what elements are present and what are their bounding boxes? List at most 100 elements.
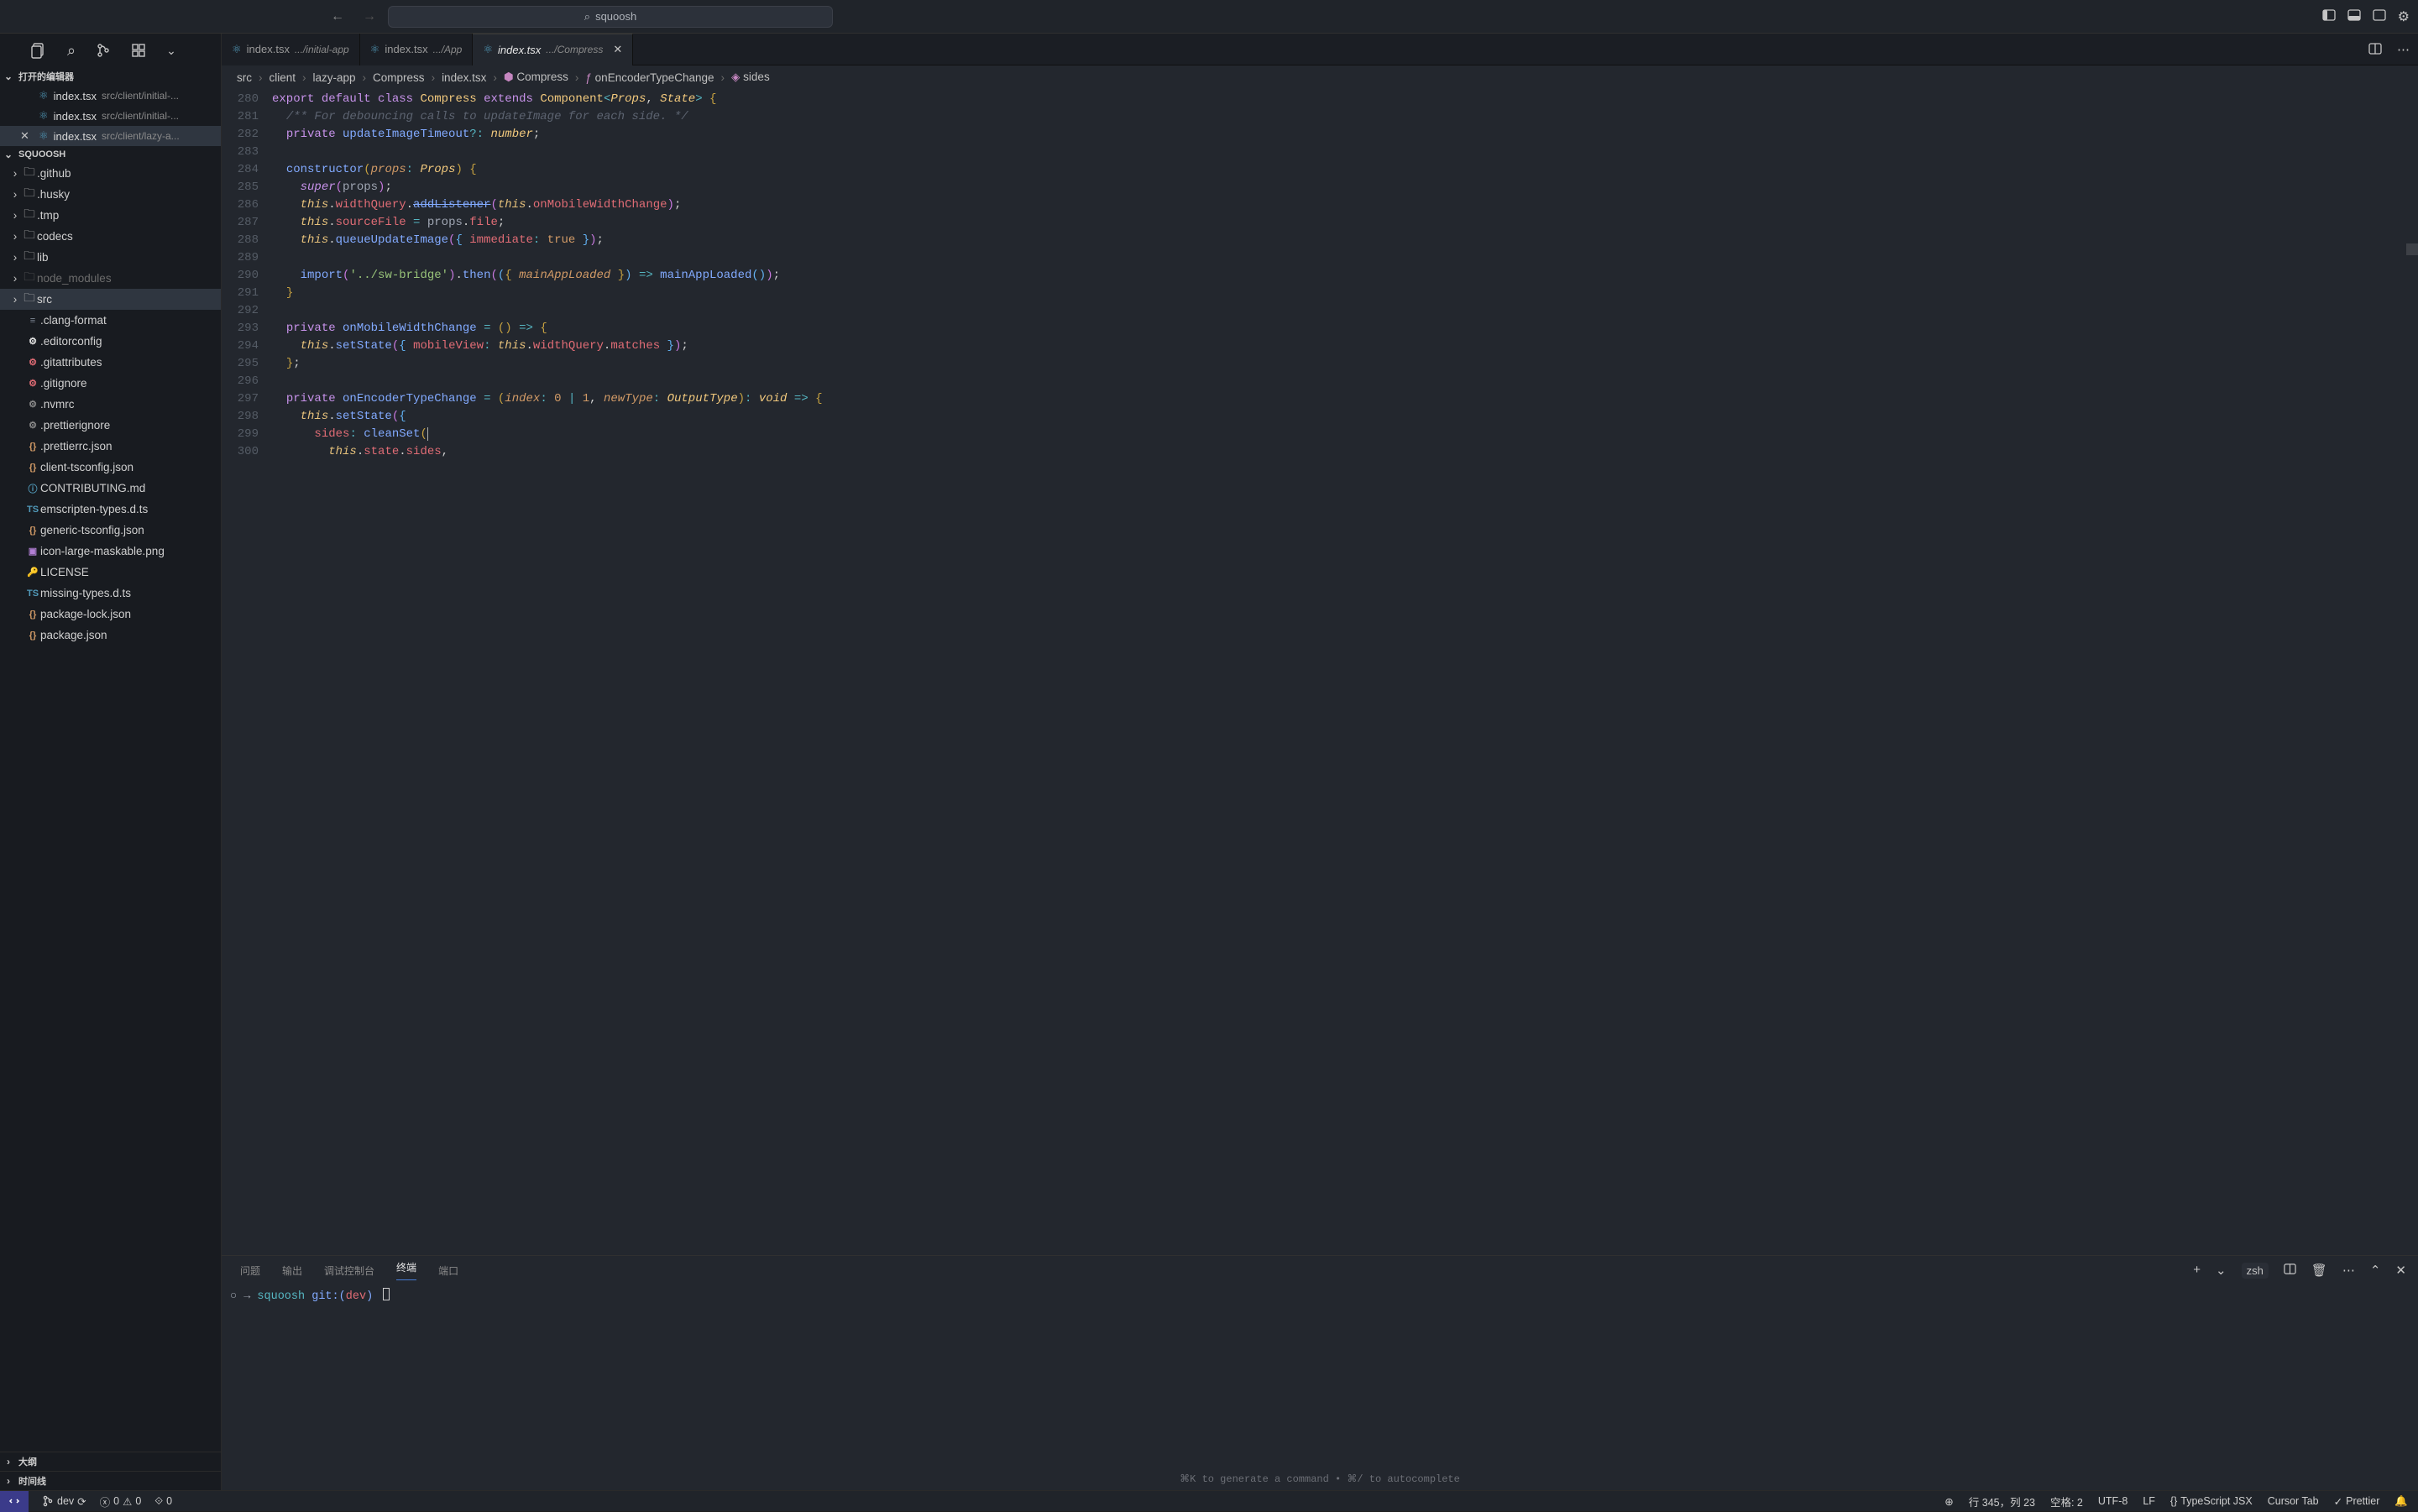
code-content[interactable]: export default class Compress extends Co…	[272, 89, 2418, 1255]
source-control-icon[interactable]	[96, 43, 111, 58]
open-editor-item[interactable]: ⚛index.tsx src/client/initial-...	[0, 86, 221, 106]
code-editor[interactable]: 280 281 282 283 284 285 286 287 288 289 …	[222, 89, 2418, 1255]
folder-tmp[interactable]: ›🗀.tmp	[0, 205, 221, 226]
chevron-down-icon[interactable]: ⌄	[166, 44, 176, 58]
folder-node_modules[interactable]: ›🗀node_modules	[0, 268, 221, 289]
status-prettier[interactable]: ✓ Prettier	[2334, 1495, 2380, 1508]
file-clangformat[interactable]: ›≡.clang-format	[0, 310, 221, 331]
layout-panel-icon[interactable]	[2347, 8, 2361, 25]
more-icon[interactable]: ⋯	[2342, 1263, 2355, 1279]
open-editor-item[interactable]: ✕⚛index.tsx src/client/lazy-a...	[0, 126, 221, 146]
nav-forward-icon[interactable]: →	[363, 9, 376, 24]
status-ports[interactable]: ⟐ 0	[154, 1495, 172, 1508]
trash-icon[interactable]: 🗑	[2311, 1263, 2327, 1279]
panel-tab-problems[interactable]: 问题	[240, 1263, 260, 1278]
file-icon: {}	[25, 463, 40, 473]
command-center[interactable]: ⌕ squoosh	[388, 6, 833, 28]
settings-gear-icon[interactable]: ⚙	[2398, 8, 2410, 25]
file-CONTRIBUTINGmd[interactable]: ›ⓘCONTRIBUTING.md	[0, 478, 221, 499]
editor-tab[interactable]: ⚛index.tsx .../App	[360, 34, 474, 65]
chevron-right-icon: ›	[8, 230, 22, 243]
symbol-icon: ƒ	[585, 71, 592, 84]
new-terminal-icon[interactable]: +	[2193, 1263, 2201, 1279]
breadcrumb-item[interactable]: ƒ onEncoderTypeChange	[585, 71, 714, 84]
status-encoding[interactable]: UTF-8	[2098, 1495, 2128, 1507]
status-eol[interactable]: LF	[2143, 1495, 2155, 1507]
timeline-header[interactable]: › 时间线	[0, 1471, 221, 1490]
chevron-right-icon: ›	[8, 251, 22, 264]
split-editor-icon[interactable]	[2368, 42, 2382, 57]
folder-lib[interactable]: ›🗀lib	[0, 247, 221, 268]
file-icon: {}	[25, 442, 40, 452]
file-prettierrcjson[interactable]: ›{}.prettierrc.json	[0, 436, 221, 457]
outline-header[interactable]: › 大纲	[0, 1452, 221, 1471]
explorer-icon[interactable]	[30, 42, 47, 59]
file-nvmrc[interactable]: ›⚙.nvmrc	[0, 394, 221, 415]
file-name: index.tsx	[54, 110, 97, 123]
file-icon: TS	[25, 505, 40, 515]
file-missingtypesdts[interactable]: ›TSmissing-types.d.ts	[0, 583, 221, 604]
folder-husky[interactable]: ›🗀.husky	[0, 184, 221, 205]
status-branch[interactable]: dev ⟳	[42, 1495, 86, 1508]
terminal-dropdown-icon[interactable]: ⌄	[2216, 1263, 2227, 1279]
status-language[interactable]: {} TypeScript JSX	[2170, 1495, 2253, 1507]
file-generictsconfigjson[interactable]: ›{}generic-tsconfig.json	[0, 520, 221, 541]
shell-label[interactable]: zsh	[2242, 1263, 2269, 1279]
search-text: squoosh	[595, 10, 636, 23]
more-icon[interactable]: ⋯	[2397, 42, 2410, 57]
close-panel-icon[interactable]: ✕	[2395, 1263, 2406, 1279]
open-editors-header[interactable]: ⌄ 打开的编辑器	[0, 67, 221, 86]
search-panel-icon[interactable]: ⌕	[67, 42, 76, 60]
breadcrumb-item[interactable]: index.tsx	[442, 71, 486, 84]
file-prettierignore[interactable]: ›⚙.prettierignore	[0, 415, 221, 436]
panel-tab-output[interactable]: 输出	[282, 1263, 302, 1278]
file-packagelockjson[interactable]: ›{}package-lock.json	[0, 604, 221, 625]
file-LICENSE[interactable]: ›🔑LICENSE	[0, 562, 221, 583]
status-errors[interactable]: ⓧ 0 ⚠ 0	[100, 1494, 142, 1509]
chevron-right-icon: ›	[2, 1456, 15, 1468]
file-emscriptentypesdts[interactable]: ›TSemscripten-types.d.ts	[0, 499, 221, 520]
layout-sidebar-left-icon[interactable]	[2322, 8, 2336, 25]
editor-tab[interactable]: ⚛index.tsx .../Compress✕	[473, 34, 633, 65]
file-label: client-tsconfig.json	[40, 461, 133, 473]
status-cursor-tab[interactable]: Cursor Tab	[2268, 1495, 2319, 1507]
status-spaces[interactable]: 空格: 2	[2050, 1494, 2083, 1509]
editor-tab[interactable]: ⚛index.tsx .../initial-app	[222, 34, 360, 65]
project-header[interactable]: ⌄ SQUOOSH	[0, 146, 221, 163]
split-terminal-icon[interactable]	[2284, 1263, 2296, 1279]
file-editorconfig[interactable]: ›⚙.editorconfig	[0, 331, 221, 352]
breadcrumb-item[interactable]: Compress	[373, 71, 425, 84]
chevron-up-icon[interactable]: ⌃	[2370, 1263, 2381, 1279]
breadcrumb-item[interactable]: ◈ sides	[731, 71, 770, 84]
panel-tab-terminal[interactable]: 终端	[396, 1260, 416, 1280]
breadcrumb[interactable]: src›client›lazy-app›Compress›index.tsx›⬢…	[222, 65, 2418, 89]
breadcrumb-item[interactable]: client	[270, 71, 296, 84]
folder-label: .tmp	[37, 209, 59, 222]
file-clienttsconfigjson[interactable]: ›{}client-tsconfig.json	[0, 457, 221, 478]
breadcrumb-item[interactable]: ⬢ Compress	[504, 71, 568, 84]
file-gitignore[interactable]: ›⚙.gitignore	[0, 373, 221, 394]
file-packagejson[interactable]: ›{}package.json	[0, 625, 221, 646]
folder-src[interactable]: ›🗀src	[0, 289, 221, 310]
extensions-icon[interactable]	[131, 43, 146, 58]
file-iconlargemaskablepng[interactable]: ›▣icon-large-maskable.png	[0, 541, 221, 562]
breadcrumb-item[interactable]: src	[237, 71, 252, 84]
nav-back-icon[interactable]: ←	[331, 9, 344, 24]
minimap-scroll-indicator[interactable]	[2406, 243, 2418, 255]
panel-tab-debug[interactable]: 调试控制台	[324, 1263, 374, 1278]
file-gitattributes[interactable]: ›⚙.gitattributes	[0, 352, 221, 373]
remote-indicator[interactable]	[0, 1491, 29, 1512]
close-icon[interactable]: ✕	[613, 43, 622, 56]
layout-sidebar-right-icon[interactable]	[2373, 8, 2386, 25]
close-icon[interactable]: ✕	[20, 129, 34, 143]
zoom-icon[interactable]: ⊕	[1944, 1495, 1953, 1508]
folder-github[interactable]: ›🗀.github	[0, 163, 221, 184]
editor-region: ⚛index.tsx .../initial-app⚛index.tsx ...…	[222, 34, 2418, 1490]
terminal[interactable]: ○ → squoosh git:(dev) ⌘K to generate a c…	[222, 1284, 2418, 1490]
bell-icon[interactable]: 🔔	[2394, 1495, 2408, 1508]
status-cursor-pos[interactable]: 行 345，列 23	[1969, 1494, 2035, 1509]
panel-tab-ports[interactable]: 端口	[438, 1263, 458, 1278]
breadcrumb-item[interactable]: lazy-app	[313, 71, 356, 84]
open-editor-item[interactable]: ⚛index.tsx src/client/initial-...	[0, 106, 221, 126]
folder-codecs[interactable]: ›🗀codecs	[0, 226, 221, 247]
